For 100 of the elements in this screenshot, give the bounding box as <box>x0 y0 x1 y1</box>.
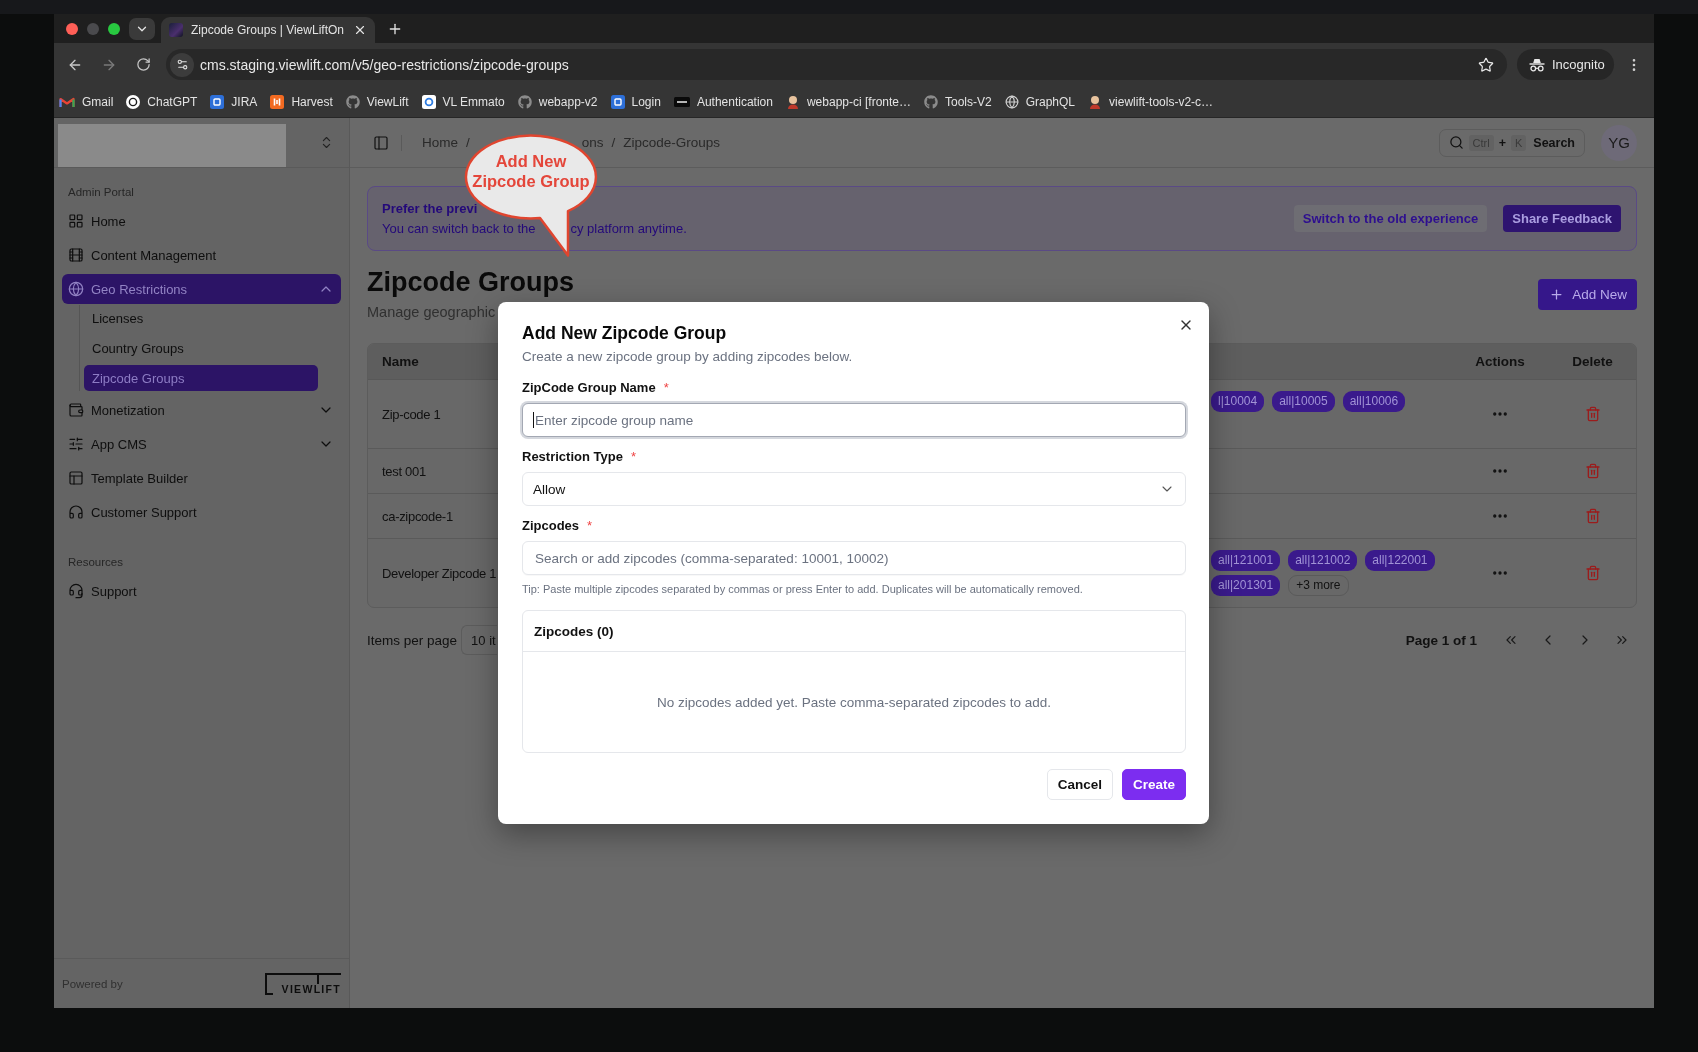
bookmark-item[interactable]: ChatGPT <box>126 94 198 109</box>
sidebar-item[interactable]: Customer Support <box>62 497 341 527</box>
add-new-button[interactable]: Add New <box>1538 279 1637 310</box>
breadcrumb-separator: / <box>466 135 470 150</box>
sidebar-item[interactable]: App CMS <box>62 429 341 459</box>
zipcode-tag: all|10006 <box>1342 391 1406 412</box>
empty-state-text: No zipcodes added yet. Paste comma-separated zipcodes to add. <box>657 694 1051 710</box>
bookmark-item[interactable]: Login <box>610 94 661 109</box>
favicon-icon <box>785 94 800 109</box>
brand-logo: VIEWLIFT <box>265 972 341 995</box>
zoom-window-icon[interactable] <box>108 22 120 35</box>
favicon-icon <box>421 94 436 109</box>
page-subtitle: Manage geographic <box>367 303 497 321</box>
favicon-icon <box>59 95 75 108</box>
create-button[interactable]: Create <box>1121 769 1186 800</box>
user-avatar[interactable]: YG <box>1601 124 1637 161</box>
section-title: Admin Portal <box>67 185 135 200</box>
bookmark-item[interactable]: webapp-v2 <box>517 94 598 109</box>
minimize-window-icon[interactable] <box>87 22 99 35</box>
banner-text: cy platform anytime. <box>570 220 687 237</box>
column-header: Delete <box>1571 354 1614 369</box>
address-bar[interactable]: cms.staging.viewlift.com/v5/geo-restrictions/zipcode-groups <box>166 49 1507 80</box>
required-mark: * <box>630 449 636 465</box>
sidebar-item[interactable]: Home <box>62 206 341 236</box>
name-cell-text: Developer Zipcode 1 <box>381 565 498 581</box>
sidebar-subitem[interactable]: Licenses <box>84 305 318 331</box>
globe-icon <box>68 281 84 297</box>
name-cell-text: Zip-code 1 <box>381 406 442 422</box>
page-info: Page 1 of 1 <box>1405 632 1477 648</box>
globe-icon <box>1004 94 1019 109</box>
browser-tab[interactable]: Zipcode Groups | ViewLiftOn <box>161 17 375 43</box>
bookmark-item[interactable]: GraphQL <box>1004 94 1076 109</box>
favicon-icon <box>924 94 938 109</box>
column-header: Name <box>381 354 420 369</box>
field-label: ZipCode Group Name <box>522 380 656 396</box>
bookmark-item[interactable]: JIRA <box>210 94 258 109</box>
reload-icon[interactable] <box>135 57 151 72</box>
favicon-icon <box>610 94 625 109</box>
bookmark-item[interactable]: Harvest <box>270 94 333 109</box>
favicon-icon <box>126 94 141 109</box>
favicon-icon <box>270 94 285 109</box>
sidebar-item[interactable]: Support <box>62 576 341 606</box>
page-title: Zipcode Groups <box>367 266 574 298</box>
film-icon <box>68 247 84 263</box>
cancel-button[interactable]: Cancel <box>1046 769 1113 800</box>
profile-button[interactable]: Incognito <box>1517 49 1614 80</box>
bookmark-item[interactable]: viewlift-tools-v2-c… <box>1088 94 1214 109</box>
sidebar-subitem[interactable]: Country Groups <box>84 335 318 361</box>
section-title: Resources <box>67 555 124 570</box>
items-per-page-label: Items per page <box>367 632 458 648</box>
sidebar-item[interactable]: Content Management <box>62 240 341 270</box>
sidebar-item[interactable]: Geo Restrictions <box>62 274 341 304</box>
hint-text: Tip: Paste multiple zipcodes separated by commas or press Enter to add. Duplicates will be automatically removed. <box>522 582 1084 596</box>
field-label: Restriction Type <box>522 449 623 465</box>
breadcrumb-separator: / <box>611 135 616 150</box>
feedback-button[interactable]: Share Feedback <box>1503 205 1621 232</box>
incognito-icon <box>1529 57 1545 72</box>
select-field[interactable]: Allow <box>522 472 1186 506</box>
favicon-icon <box>210 94 225 109</box>
sliders-icon <box>68 436 84 452</box>
zipcode-tag: all|10005 <box>1272 391 1335 412</box>
headset-icon <box>68 583 84 599</box>
tab-list-button[interactable] <box>129 17 155 40</box>
more-tag[interactable]: +3 more <box>1288 575 1349 596</box>
favicon-icon <box>345 94 360 109</box>
name-cell-text: ca-zipcode-1 <box>381 508 454 524</box>
sidebar-item[interactable]: Monetization <box>62 395 341 425</box>
text-cursor-icon <box>533 412 534 428</box>
list-title: Zipcodes (0) <box>534 623 614 639</box>
favicon-icon <box>1088 94 1103 109</box>
bookmark-item[interactable]: Authentication <box>673 94 773 109</box>
search-label: Search <box>1533 135 1575 150</box>
bookmark-item[interactable]: Gmail <box>59 94 114 109</box>
star-icon[interactable] <box>1478 56 1494 73</box>
sidebar-item[interactable]: Template Builder <box>62 463 341 493</box>
callout-text: Add New Zipcode Group <box>471 151 591 191</box>
grid-icon <box>68 213 84 229</box>
favicon-icon <box>673 96 690 107</box>
close-tab-icon[interactable] <box>353 23 367 37</box>
zipcode-tag: all|201301 <box>1211 575 1281 596</box>
column-header: Actions <box>1474 354 1526 369</box>
bookmark-item[interactable]: webapp-ci [fronte… <box>785 94 911 109</box>
bookmark-item[interactable]: ViewLift <box>345 94 409 109</box>
sidebar-subitem[interactable]: Zipcode Groups <box>84 365 318 391</box>
zipcode-tag: all|122001 <box>1365 550 1435 571</box>
page-size-select[interactable]: 10 it <box>461 625 498 655</box>
sidebar-toggle-icon[interactable] <box>373 134 389 151</box>
site-settings-icon[interactable] <box>170 52 194 77</box>
bookmark-item[interactable]: Tools-V2 <box>924 94 992 109</box>
zipcode-tag: l|10004 <box>1211 391 1265 412</box>
layout-icon <box>68 470 84 486</box>
wallet-icon <box>68 402 84 418</box>
shortcut-plus: + <box>1498 135 1506 150</box>
name-cell-text: test 001 <box>381 463 427 479</box>
bookmark-item[interactable]: VL Emmato <box>421 94 505 109</box>
dialog-description: Create a new zipcode group by adding zipcodes below. <box>522 348 854 366</box>
favicon-icon <box>517 94 532 109</box>
search-icon <box>1448 135 1464 150</box>
text-input[interactable]: Enter zipcode group name <box>522 403 1186 437</box>
close-window-icon[interactable] <box>66 22 78 35</box>
